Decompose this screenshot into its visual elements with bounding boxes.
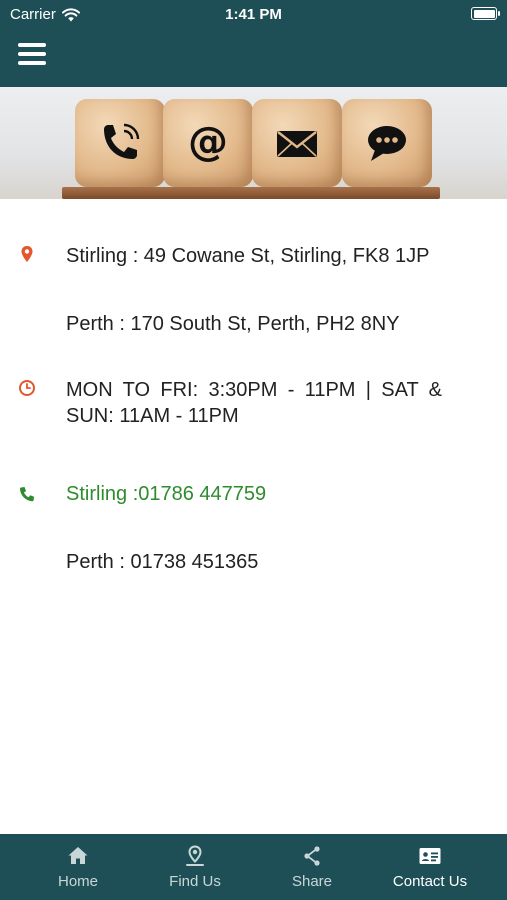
at-sign-cube: @ [163, 99, 253, 187]
nav-share-label: Share [291, 873, 333, 890]
app-header: Carrier 1:41 PM [0, 0, 507, 87]
banner-shelf [62, 187, 440, 199]
svg-text:@: @ [188, 119, 228, 165]
contact-details: Stirling : 49 Cowane St, Stirling, FK8 1… [0, 199, 507, 834]
nav-share[interactable]: Share [274, 834, 350, 900]
contact-card-icon [419, 848, 441, 864]
status-time: 1:41 PM [225, 6, 282, 23]
phone-icon [104, 123, 140, 159]
battery-icon [471, 7, 500, 20]
contact-banner-image: @ [0, 87, 507, 199]
home-icon [68, 847, 88, 864]
phone-cube [75, 99, 165, 187]
nav-home[interactable]: Home [40, 834, 116, 900]
nav-home-label: Home [57, 873, 98, 890]
phone-stirling-link[interactable]: Stirling :01786 447759 [66, 481, 442, 507]
nav-contact-us[interactable]: Contact Us [380, 834, 480, 900]
nav-contact-us-label: Contact Us [392, 873, 468, 890]
address-perth: Perth : 170 South St, Perth, PH2 8NY [66, 313, 400, 335]
envelope-cube [252, 99, 342, 187]
nav-find-us[interactable]: Find Us [157, 834, 233, 900]
chat-bubble-cube [342, 99, 432, 187]
clock-icon [19, 380, 35, 396]
at-sign-icon: @ [188, 119, 228, 165]
hamburger-menu-icon[interactable] [18, 43, 46, 67]
nav-find-us-label: Find Us [169, 873, 221, 890]
status-bar: Carrier 1:41 PM [0, 0, 507, 28]
chat-bubble-icon [368, 126, 406, 161]
address-stirling: Stirling : 49 Cowane St, Stirling, FK8 1… [66, 245, 430, 267]
phone-icon [20, 487, 34, 502]
envelope-icon [277, 131, 317, 157]
share-icon [304, 846, 320, 866]
phone-perth[interactable]: Perth : 01738 451365 [66, 549, 442, 575]
location-pin-icon [21, 246, 33, 262]
bottom-navigation: Home Find Us Share Contact Us [0, 834, 507, 900]
opening-hours: MON TO FRI: 3:30PM - 11PM | SAT & SUN: 1… [66, 379, 442, 427]
location-pin-icon [186, 845, 204, 866]
